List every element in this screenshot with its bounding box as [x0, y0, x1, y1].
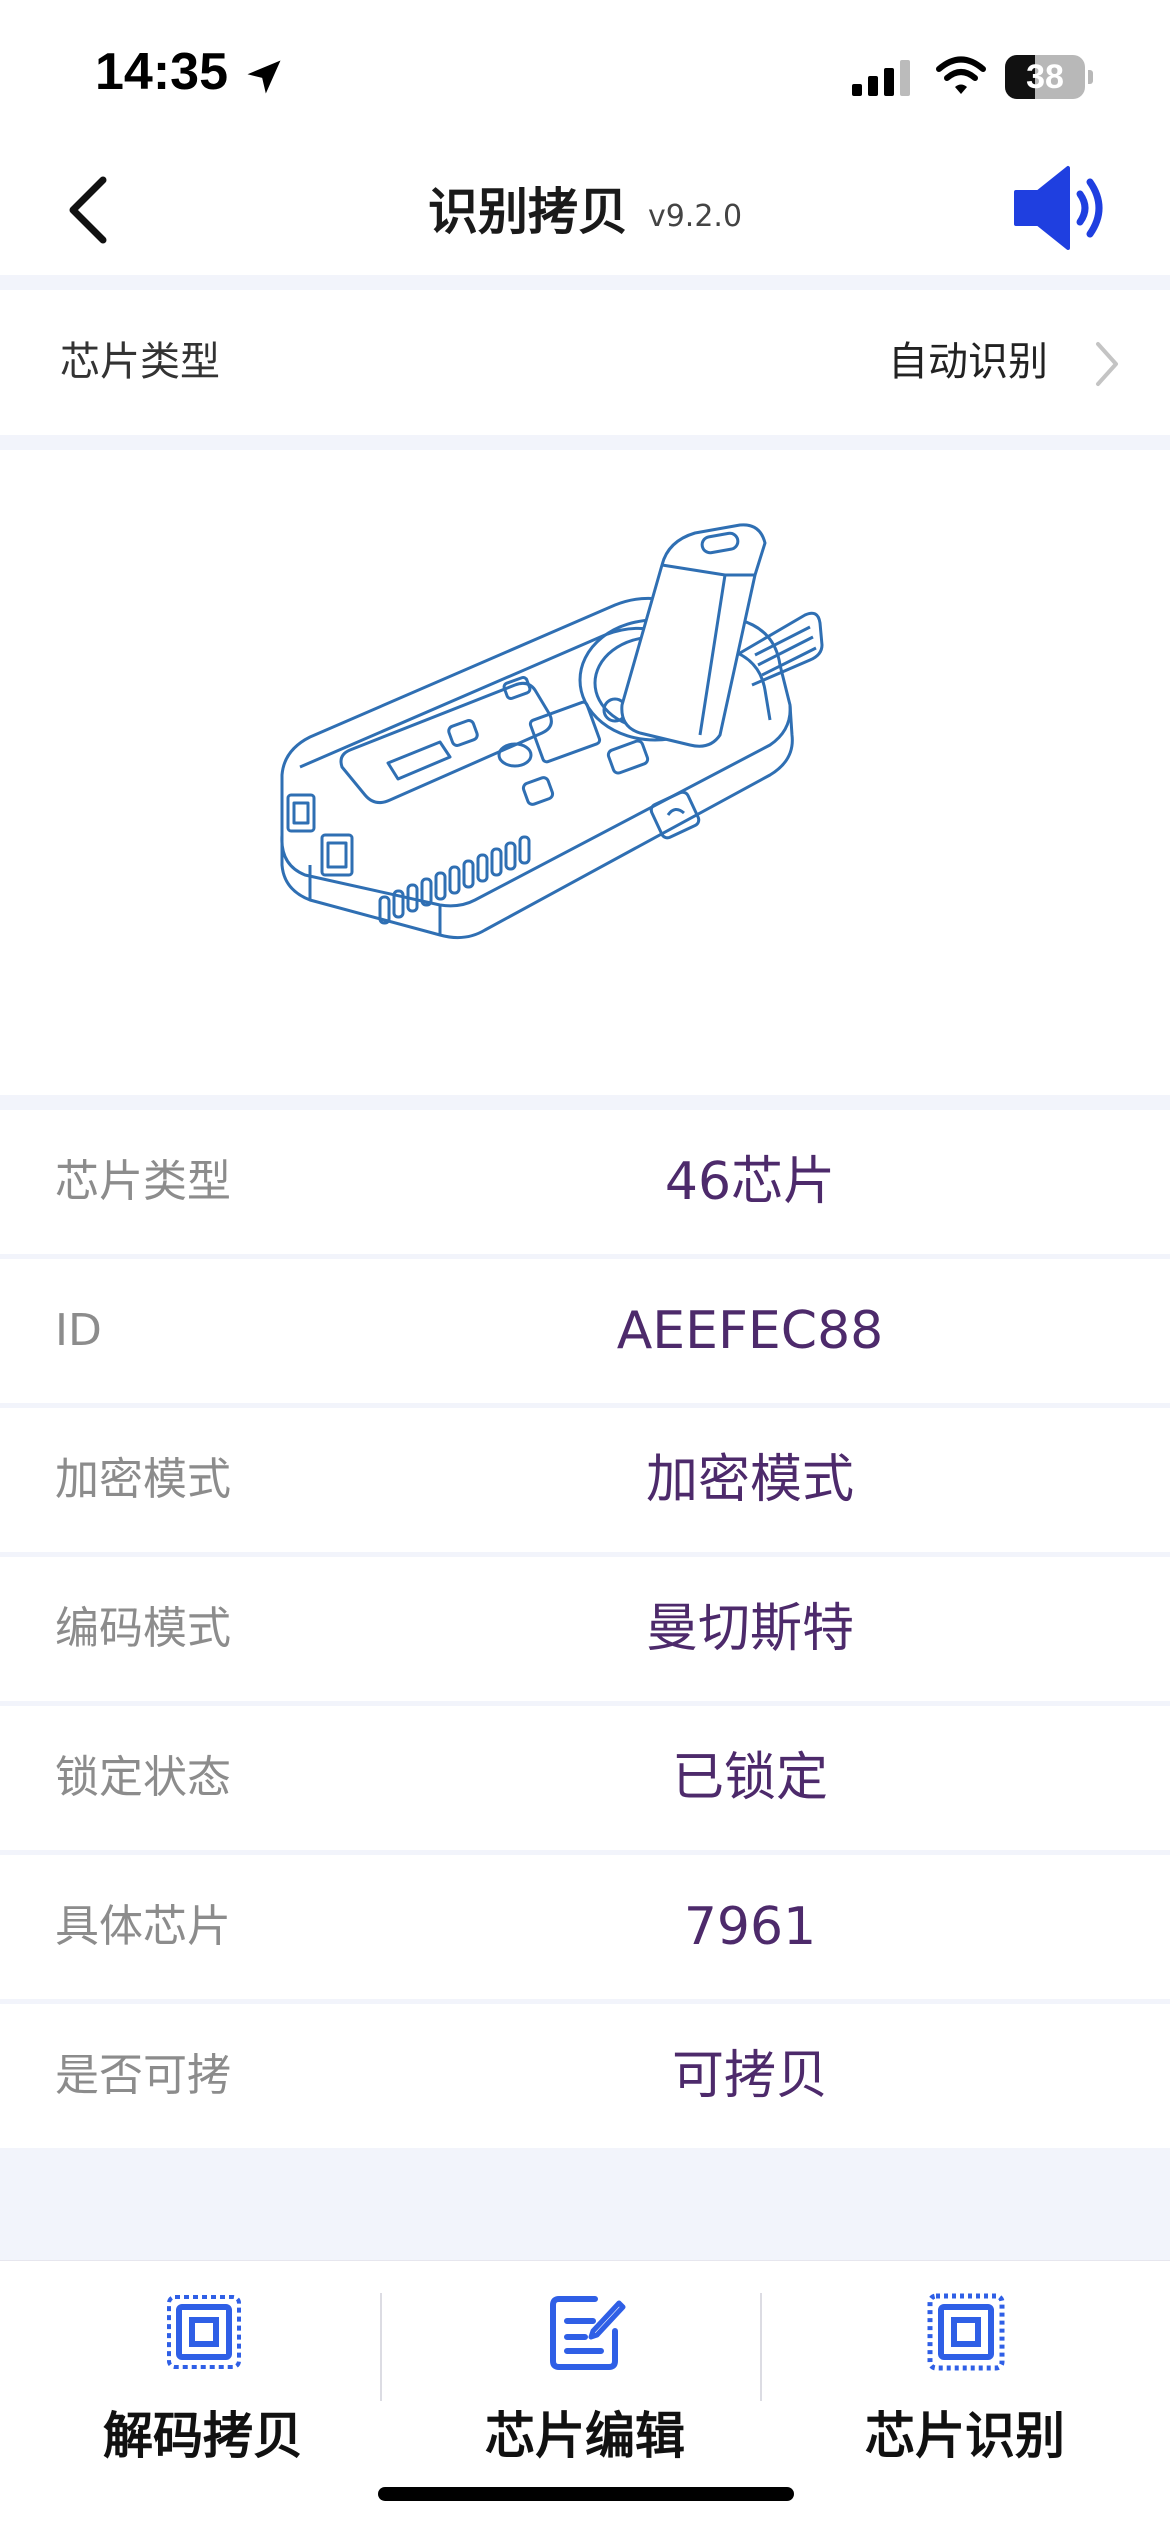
info-value: 7961: [683, 1897, 817, 1957]
info-row-lock-status: 锁定状态 已锁定: [0, 1706, 1170, 1850]
info-label: 编码模式: [55, 1603, 231, 1654]
version-label: v9.2.0: [647, 199, 743, 234]
info-label: ID: [55, 1305, 102, 1356]
info-value: AEEFEC88: [616, 1301, 884, 1361]
info-value: 已锁定: [671, 1748, 828, 1808]
chip-type-selector-label: 芯片类型: [60, 339, 220, 385]
info-row-encryption-mode: 加密模式 加密模式: [0, 1408, 1170, 1552]
tab-label: 解码拷贝: [103, 2407, 303, 2465]
info-value: 可拷贝: [671, 2046, 828, 2106]
info-row-encoding-mode: 编码模式 曼切斯特: [0, 1557, 1170, 1701]
nav-bar: 识别拷贝 v9.2.0: [0, 140, 1170, 275]
chevron-right-icon: [1096, 342, 1118, 386]
tab-chip-identify[interactable]: 芯片识别: [775, 2261, 1155, 2481]
tab-label: 芯片识别: [865, 2407, 1065, 2465]
page-title: 识别拷贝: [427, 182, 628, 241]
tab-decode-copy[interactable]: 解码拷贝: [13, 2261, 393, 2481]
status-time: 14:35: [95, 43, 228, 101]
battery-percent: 38: [1026, 58, 1064, 96]
chip-dotted-icon: [927, 2293, 1005, 2371]
info-label: 具体芯片: [55, 1901, 231, 1952]
tab-divider: [760, 2293, 762, 2401]
chip-type-selector-value: 自动识别: [888, 339, 1048, 385]
key-programmer-device-illustration: [280, 523, 824, 940]
status-bar: 14:35 38: [0, 0, 1170, 140]
chip-outline-icon: [167, 2295, 241, 2369]
location-arrow-icon: [247, 60, 281, 94]
info-row-id: ID AEEFEC88: [0, 1259, 1170, 1403]
info-value: 46芯片: [664, 1152, 836, 1212]
info-label: 是否可拷: [55, 2050, 231, 2101]
cellular-signal-icon: [852, 60, 910, 96]
chip-info-list: 芯片类型 46芯片 ID AEEFEC88 加密模式 加密模式 编码模式 曼切斯…: [0, 1110, 1170, 2153]
info-value: 加密模式: [645, 1450, 854, 1510]
info-row-copyable: 是否可拷 可拷贝: [0, 2004, 1170, 2148]
info-label: 芯片类型: [55, 1156, 231, 1207]
nav-title-group: 识别拷贝 v9.2.0: [0, 140, 1170, 275]
tab-label: 芯片编辑: [485, 2407, 685, 2465]
info-value: 曼切斯特: [645, 1599, 854, 1659]
chip-type-selector[interactable]: 芯片类型 自动识别: [0, 290, 1170, 435]
battery-indicator: 38: [1005, 55, 1093, 99]
tab-chip-edit[interactable]: 芯片编辑: [395, 2261, 775, 2481]
info-label: 加密模式: [55, 1454, 231, 1505]
back-arrow-icon[interactable]: [55, 170, 125, 250]
edit-document-icon: [550, 2296, 626, 2370]
battery-body: 38: [1005, 55, 1085, 99]
device-panel: [0, 450, 1170, 1095]
info-row-specific-chip: 具体芯片 7961: [0, 1855, 1170, 1999]
info-label: 锁定状态: [55, 1752, 231, 1803]
tab-divider: [380, 2293, 382, 2401]
wifi-icon: [936, 56, 986, 94]
home-indicator[interactable]: [378, 2487, 794, 2501]
speaker-volume-icon[interactable]: [1010, 158, 1110, 258]
battery-tip: [1088, 70, 1093, 84]
info-row-chip-type: 芯片类型 46芯片: [0, 1110, 1170, 1254]
